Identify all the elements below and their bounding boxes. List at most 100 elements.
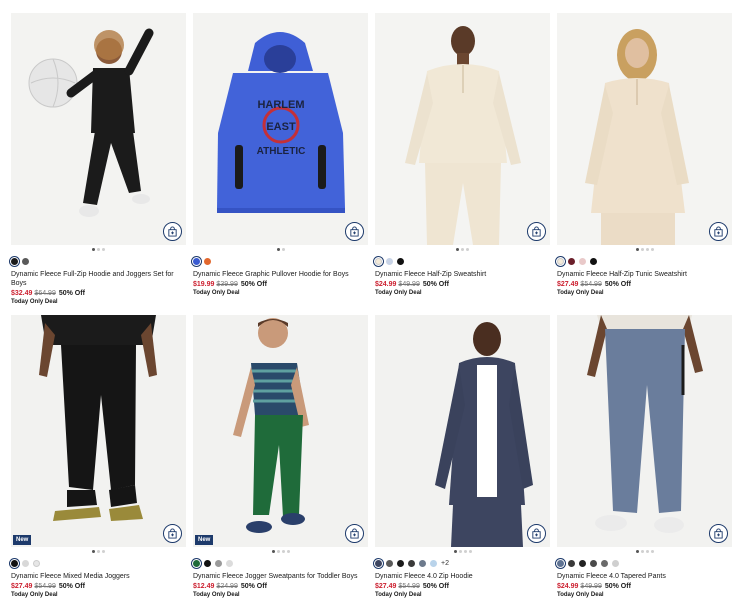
color-swatch[interactable] xyxy=(579,559,586,567)
graphic-text: ATHLETIC xyxy=(257,146,306,157)
price-line: $12.49 $24.99 50% Off xyxy=(193,583,368,590)
image-carousel-dots[interactable] xyxy=(375,248,550,251)
product-card[interactable]: Dynamic Fleece Half-Zip Tunic Sweatshirt… xyxy=(557,13,732,296)
discount-label: 50% Off xyxy=(58,583,85,590)
image-carousel-dots[interactable] xyxy=(375,550,550,553)
color-swatch[interactable] xyxy=(612,559,619,567)
deal-label: Today Only Deal xyxy=(193,290,240,296)
color-swatch[interactable] xyxy=(11,559,18,567)
image-carousel-dots[interactable] xyxy=(193,248,368,251)
color-swatch[interactable] xyxy=(557,257,564,265)
product-name[interactable]: Dynamic Fleece Full-Zip Hoodie and Jogge… xyxy=(11,270,186,288)
color-swatch[interactable] xyxy=(397,559,404,567)
color-swatch[interactable] xyxy=(430,559,437,567)
product-name[interactable]: Dynamic Fleece 4.0 Tapered Pants xyxy=(557,572,732,581)
add-to-bag-button[interactable] xyxy=(527,524,546,543)
color-swatch[interactable] xyxy=(375,559,382,567)
product-image[interactable]: New xyxy=(11,315,186,547)
original-price: $54.99 xyxy=(34,583,56,590)
add-to-bag-button[interactable] xyxy=(527,222,546,241)
color-swatches xyxy=(557,256,732,266)
product-name[interactable]: Dynamic Fleece 4.0 Zip Hoodie xyxy=(375,572,550,581)
original-price: $64.99 xyxy=(34,290,56,297)
color-swatch[interactable] xyxy=(408,559,415,567)
more-colors-link[interactable]: +2 xyxy=(441,560,449,567)
color-swatch[interactable] xyxy=(33,559,40,567)
deal-label: Today Only Deal xyxy=(193,592,240,598)
image-carousel-dots[interactable] xyxy=(193,550,368,553)
image-carousel-dots[interactable] xyxy=(557,248,732,251)
product-name[interactable]: Dynamic Fleece Half-Zip Tunic Sweatshirt xyxy=(557,270,732,279)
add-to-bag-button[interactable] xyxy=(345,524,364,543)
color-swatch[interactable] xyxy=(193,559,200,567)
product-card[interactable]: +2 Dynamic Fleece 4.0 Zip Hoodie $27.49 $… xyxy=(375,315,550,598)
color-swatch[interactable] xyxy=(22,559,29,567)
product-image[interactable] xyxy=(11,13,186,245)
add-to-bag-button[interactable] xyxy=(709,222,728,241)
black-joggers-photo xyxy=(11,315,186,547)
shopping-bag-plus-icon xyxy=(350,528,359,539)
product-image[interactable]: HARLEM EAST ATHLETIC xyxy=(193,13,368,245)
add-to-bag-button[interactable] xyxy=(709,524,728,543)
color-swatch[interactable] xyxy=(215,559,222,567)
color-swatch[interactable] xyxy=(386,257,393,265)
product-name[interactable]: Dynamic Fleece Graphic Pullover Hoodie f… xyxy=(193,270,368,279)
blue-hoodie-photo: HARLEM EAST ATHLETIC xyxy=(193,13,368,245)
add-to-bag-button[interactable] xyxy=(345,222,364,241)
price-line: $27.49 $54.99 50% Off xyxy=(557,281,732,288)
new-badge: New xyxy=(195,535,214,545)
product-image[interactable] xyxy=(375,315,550,547)
deal-label: Today Only Deal xyxy=(11,592,58,598)
shopping-bag-plus-icon xyxy=(350,226,359,237)
sale-price: $24.99 xyxy=(557,583,579,590)
sale-price: $32.49 xyxy=(11,290,33,297)
color-swatch[interactable] xyxy=(568,559,575,567)
shopping-bag-plus-icon xyxy=(714,528,723,539)
color-swatch[interactable] xyxy=(386,559,393,567)
image-carousel-dots[interactable] xyxy=(557,550,732,553)
color-swatch[interactable] xyxy=(204,257,211,265)
product-card[interactable]: HARLEM EAST ATHLETIC Dynamic Fleece Grap… xyxy=(193,13,368,296)
woman-tunic-photo xyxy=(557,13,732,245)
product-card[interactable]: Dynamic Fleece Half-Zip Sweatshirt $24.9… xyxy=(375,13,550,296)
product-name[interactable]: Dynamic Fleece Half-Zip Sweatshirt xyxy=(375,270,550,279)
price-line: $32.49 $64.99 50% Off xyxy=(11,290,186,297)
color-swatch[interactable] xyxy=(568,257,575,265)
product-card[interactable]: Dynamic Fleece Full-Zip Hoodie and Jogge… xyxy=(11,13,186,305)
sale-price: $12.49 xyxy=(193,583,215,590)
color-swatches xyxy=(375,256,550,266)
image-carousel-dots[interactable] xyxy=(11,248,186,251)
tapered-pants-photo xyxy=(557,315,732,547)
product-image[interactable] xyxy=(557,315,732,547)
discount-label: 50% Off xyxy=(240,583,267,590)
product-image[interactable]: New xyxy=(193,315,368,547)
color-swatch[interactable] xyxy=(590,559,597,567)
product-image[interactable] xyxy=(557,13,732,245)
color-swatch[interactable] xyxy=(419,559,426,567)
color-swatch[interactable] xyxy=(375,257,382,265)
product-name[interactable]: Dynamic Fleece Mixed Media Joggers xyxy=(11,572,186,581)
color-swatch[interactable] xyxy=(11,257,18,265)
color-swatch[interactable] xyxy=(557,559,564,567)
color-swatches xyxy=(11,558,186,568)
color-swatch[interactable] xyxy=(204,559,211,567)
product-name[interactable]: Dynamic Fleece Jogger Sweatpants for Tod… xyxy=(193,572,368,581)
add-to-bag-button[interactable] xyxy=(163,222,182,241)
add-to-bag-button[interactable] xyxy=(163,524,182,543)
image-carousel-dots[interactable] xyxy=(11,550,186,553)
color-swatch[interactable] xyxy=(397,257,404,265)
product-image[interactable] xyxy=(375,13,550,245)
product-card[interactable]: New Dynamic Fleece Mixed Media Joggers $… xyxy=(11,315,186,598)
color-swatch[interactable] xyxy=(22,257,29,265)
color-swatch[interactable] xyxy=(601,559,608,567)
man-zip-hoodie-photo xyxy=(375,315,550,547)
color-swatch[interactable] xyxy=(590,257,597,265)
sale-price: $27.49 xyxy=(375,583,397,590)
color-swatch[interactable] xyxy=(226,559,233,567)
product-card[interactable]: Dynamic Fleece 4.0 Tapered Pants $24.99 $… xyxy=(557,315,732,598)
color-swatch[interactable] xyxy=(579,257,586,265)
deal-label: Today Only Deal xyxy=(375,290,422,296)
product-card[interactable]: New Dynamic Fleece Jogger Sweatpants for… xyxy=(193,315,368,598)
discount-label: 50% Off xyxy=(422,583,449,590)
color-swatch[interactable] xyxy=(193,257,200,265)
